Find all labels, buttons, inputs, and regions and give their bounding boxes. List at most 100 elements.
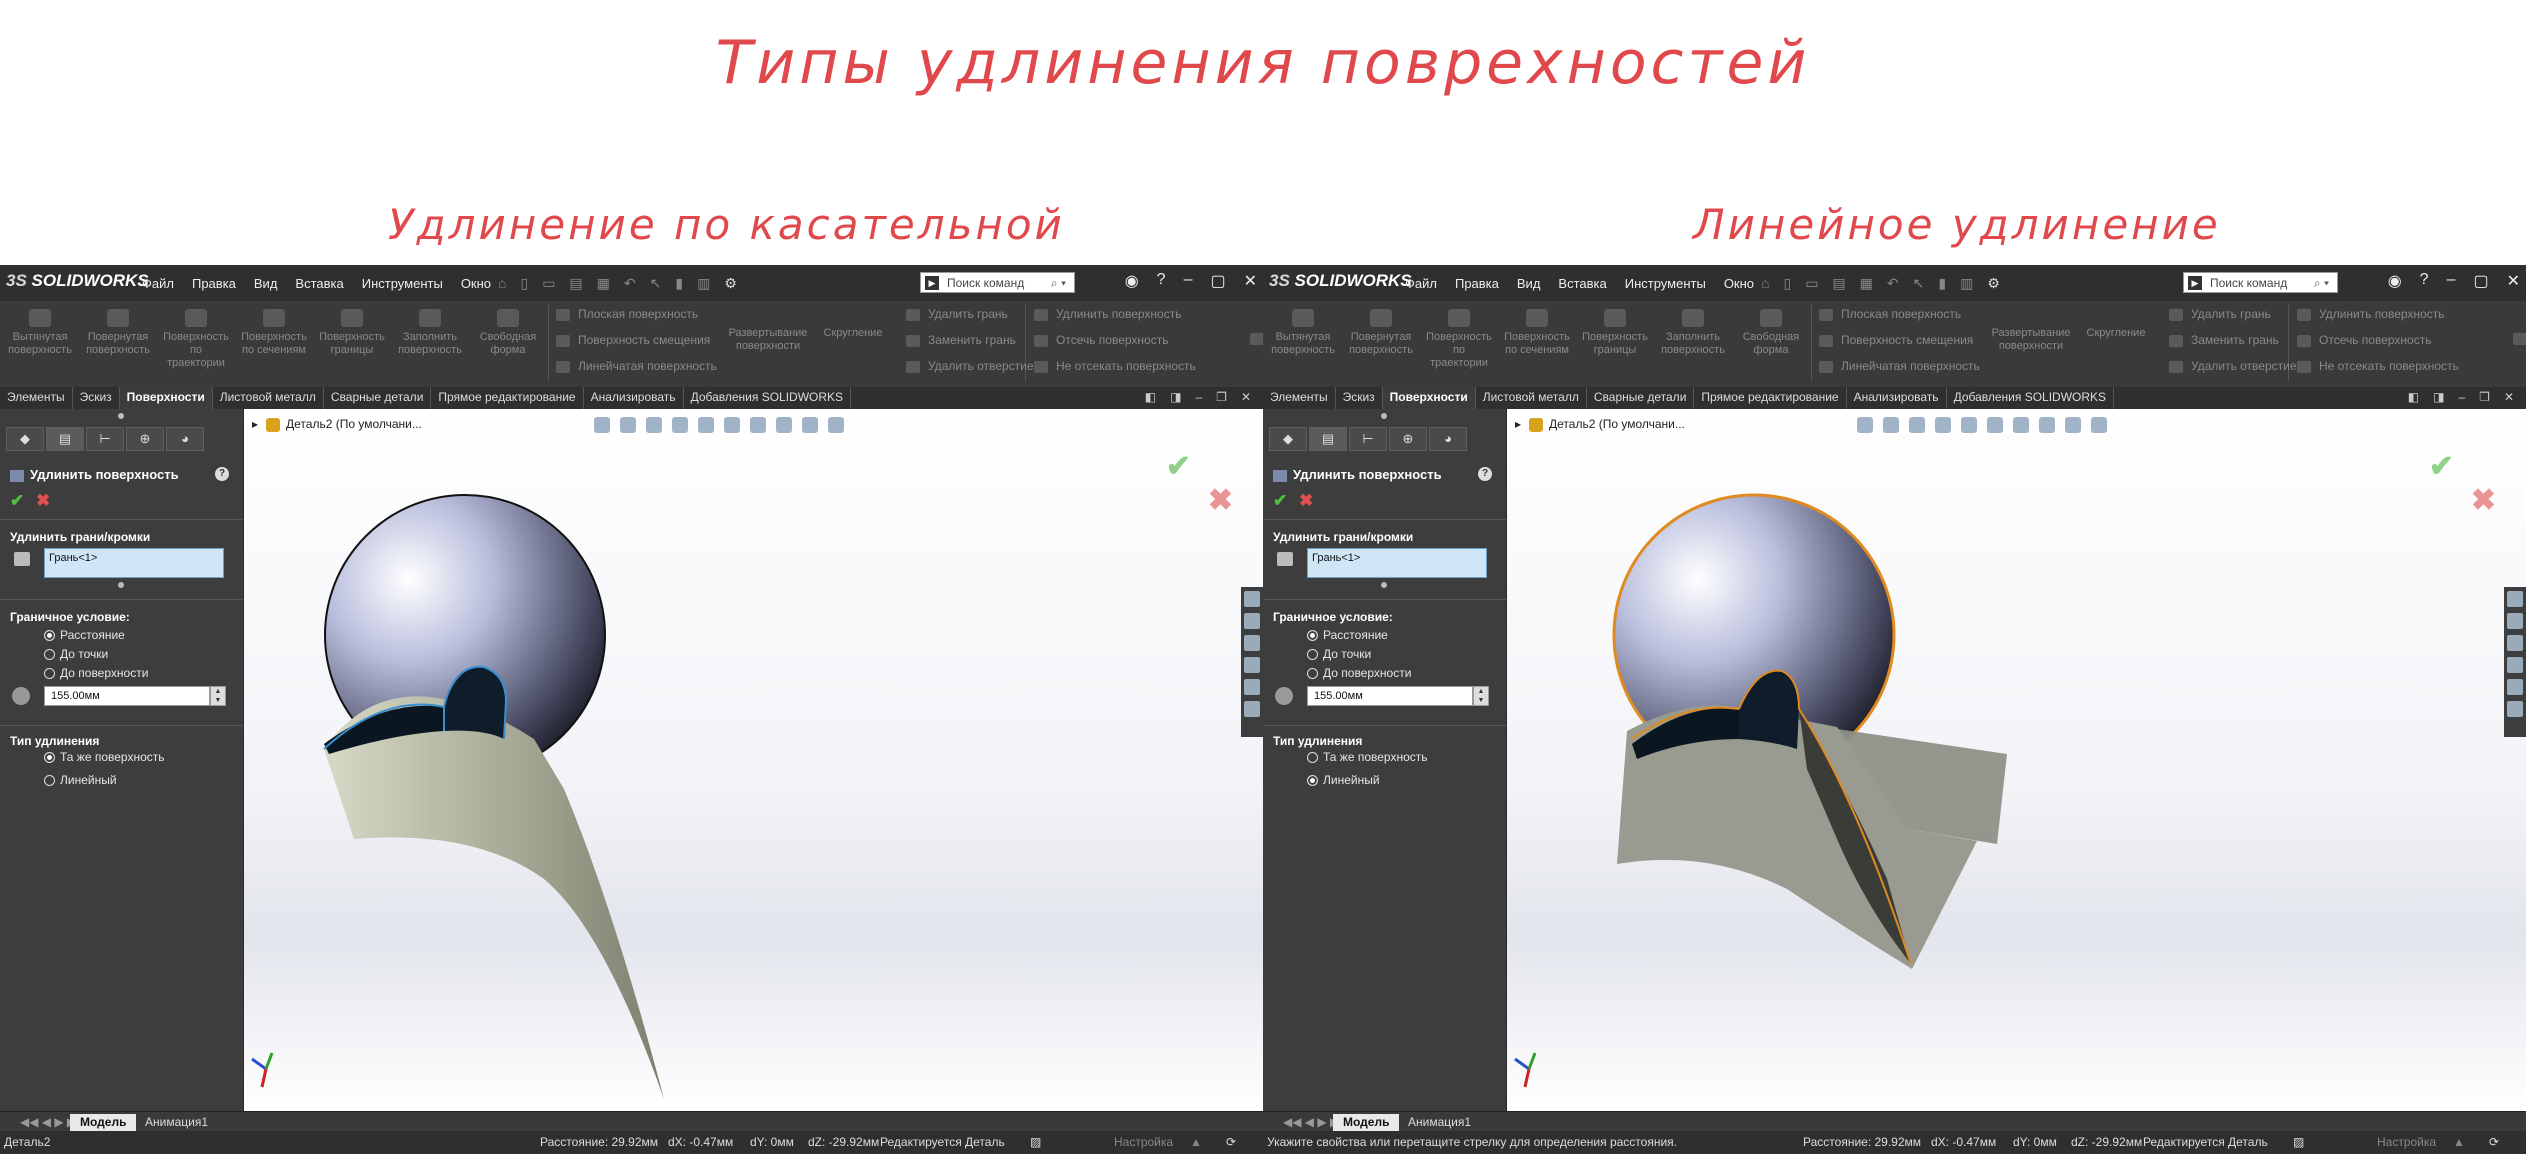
distance-stepper[interactable]: ▲ ▼	[1473, 686, 1489, 706]
close-icon[interactable]: ✕	[2504, 390, 2514, 404]
tab-5[interactable]: Прямое редактирование	[431, 387, 584, 409]
tab-1[interactable]: Эскиз	[1336, 387, 1383, 409]
property-manager-tab[interactable]: ▤	[46, 427, 84, 451]
ribbon-small-button[interactable]: Удлинить поверхность	[1034, 307, 1181, 321]
help-icon[interactable]: ?	[215, 467, 229, 481]
ribbon-small-button[interactable]: Не отсекать поверхность	[1034, 359, 1196, 373]
splitter-handle[interactable]	[1381, 413, 1387, 419]
maximize-icon[interactable]: ▢	[1210, 271, 1225, 291]
minimize-icon[interactable]: –	[2447, 271, 2456, 291]
dimxpert-tab[interactable]: ⊕	[1389, 427, 1427, 451]
radio-button[interactable]	[1307, 668, 1318, 680]
home-icon[interactable]: ⌂	[1761, 275, 1769, 292]
tab-animation[interactable]: Анимация1	[1398, 1114, 1481, 1131]
end-condition-option-1[interactable]: До точки	[44, 647, 108, 661]
radio-button[interactable]	[44, 649, 55, 661]
file-props-icon[interactable]: ▥	[1960, 275, 1973, 292]
resources-icon[interactable]	[1244, 591, 1260, 607]
open-icon[interactable]: ▭	[1805, 275, 1818, 292]
graphics-area[interactable]: ▸ Деталь2 (По умолчани... ✔ ✖	[1507, 409, 2526, 1111]
edit-part-icon[interactable]: ▨	[2293, 1135, 2304, 1149]
ribbon-small-button[interactable]: Не отсекать поверхность	[2297, 359, 2459, 373]
end-condition-option-1[interactable]: До точки	[1307, 647, 1371, 661]
select-icon[interactable]: ↖	[650, 275, 662, 292]
ribbon-small-button[interactable]: Удалить грань	[906, 307, 1008, 321]
gear-icon[interactable]: ⚙	[1987, 275, 2000, 292]
custom-props-icon[interactable]	[1244, 701, 1260, 717]
user-icon[interactable]: ◉	[1125, 271, 1139, 291]
end-condition-option-2[interactable]: До поверхности	[44, 666, 148, 680]
unfold-surface-button[interactable]: Развертывание поверхности	[1985, 327, 2077, 353]
menu-item-1[interactable]: Правка	[1455, 276, 1499, 291]
rebuild-icon[interactable]: ⟳	[1226, 1135, 1236, 1149]
new-icon[interactable]: ▯	[1783, 275, 1791, 292]
rebuild-icon[interactable]: ⟳	[2489, 1135, 2499, 1149]
resources-icon[interactable]	[2507, 591, 2523, 607]
ribbon-small-button[interactable]: Плоская поверхность	[1819, 307, 1961, 321]
ribbon-small-button[interactable]: Удалить грань	[2169, 307, 2271, 321]
search-icon[interactable]: ⌕ ▾	[1051, 273, 1066, 294]
config-manager-tab[interactable]: ⊢	[1349, 427, 1387, 451]
ribbon-small-button[interactable]: Поверхность смещения	[556, 333, 710, 347]
save-icon[interactable]: ▤	[569, 275, 582, 292]
minimize-icon[interactable]: –	[1184, 271, 1193, 291]
extended-surface[interactable]	[324, 696, 664, 1099]
ribbon-button-0[interactable]: Вытянутая поверхность	[4, 309, 76, 357]
display-manager-tab[interactable]: ◕	[1429, 427, 1467, 451]
ribbon-button-2[interactable]: Поверхность по траектории	[160, 309, 232, 370]
maximize-icon[interactable]: ▢	[2473, 271, 2488, 291]
ok-button[interactable]: ✔	[10, 491, 24, 511]
end-condition-option-2[interactable]: До поверхности	[1307, 666, 1411, 680]
cancel-button[interactable]: ✖	[36, 491, 50, 511]
extension-type-option-0[interactable]: Та же поверхность	[1307, 750, 1428, 764]
tab-5[interactable]: Прямое редактирование	[1694, 387, 1847, 409]
menu-item-3[interactable]: Вставка	[295, 276, 343, 291]
tile2-icon[interactable]: ◨	[1170, 390, 1181, 404]
ribbon-small-button[interactable]: Отсечь поверхность	[1034, 333, 1168, 347]
search-input[interactable]: ▶ Поиск команд ⌕ ▾	[2183, 272, 2338, 293]
ribbon-button-1[interactable]: Повернутая поверхность	[82, 309, 154, 357]
radio-button[interactable]	[44, 775, 55, 787]
rebuild-icon[interactable]: ▮	[675, 275, 683, 292]
ribbon-small-button[interactable]: Линейчатая поверхность	[556, 359, 717, 373]
ribbon-button-1[interactable]: Повернутая поверхность	[1345, 309, 1417, 357]
undo-icon[interactable]: ↶	[1887, 275, 1899, 292]
ribbon-button-5[interactable]: Заполнить поверхность	[1657, 309, 1729, 357]
appearances-icon[interactable]	[1244, 679, 1260, 695]
radio-button[interactable]	[1307, 630, 1318, 642]
fillet-button[interactable]: Скругление	[2081, 327, 2151, 340]
tile2-icon[interactable]: ◨	[2433, 390, 2444, 404]
splitter-handle[interactable]	[118, 413, 124, 419]
menu-item-0[interactable]: Файл	[1405, 276, 1437, 291]
menu-item-0[interactable]: Файл	[142, 276, 174, 291]
undo-icon[interactable]: ↶	[624, 275, 636, 292]
ribbon-more-icon[interactable]: »	[2513, 331, 2526, 345]
ribbon-button-4[interactable]: Поверхность границы	[316, 309, 388, 357]
distance-field[interactable]: 155.00мм	[44, 686, 210, 706]
restore-icon[interactable]: ❐	[2479, 390, 2490, 404]
ok-button[interactable]: ✔	[1273, 491, 1287, 511]
ribbon-button-6[interactable]: Свободная форма	[1735, 309, 1807, 357]
menu-item-3[interactable]: Вставка	[1558, 276, 1606, 291]
feature-manager-tab[interactable]: ◆	[1269, 427, 1307, 451]
ribbon-small-button[interactable]: Удалить отверстие	[906, 359, 1034, 373]
ribbon-small-button[interactable]: Заменить грань	[906, 333, 1016, 347]
menu-item-2[interactable]: Вид	[1517, 276, 1541, 291]
save-icon[interactable]: ▤	[1832, 275, 1845, 292]
display-manager-tab[interactable]: ◕	[166, 427, 204, 451]
print-icon[interactable]: ▦	[1860, 275, 1873, 292]
resize-handle[interactable]	[118, 582, 124, 588]
design-library-icon[interactable]	[1244, 613, 1260, 629]
close-icon[interactable]: ✕	[1241, 390, 1251, 404]
ribbon-small-button[interactable]: Удалить отверстие	[2169, 359, 2297, 373]
menu-item-5[interactable]: Окно	[461, 276, 491, 291]
file-explorer-icon[interactable]	[2507, 635, 2523, 651]
user-icon[interactable]: ◉	[2388, 271, 2402, 291]
menu-item-1[interactable]: Правка	[192, 276, 236, 291]
ribbon-button-5[interactable]: Заполнить поверхность	[394, 309, 466, 357]
tab-model[interactable]: Модель	[1333, 1114, 1400, 1131]
end-condition-option-0[interactable]: Расстояние	[44, 628, 125, 642]
ribbon-small-button[interactable]: Линейчатая поверхность	[1819, 359, 1980, 373]
minimize-icon[interactable]: –	[1195, 390, 1202, 404]
tile-icon[interactable]: ◧	[1145, 390, 1156, 404]
